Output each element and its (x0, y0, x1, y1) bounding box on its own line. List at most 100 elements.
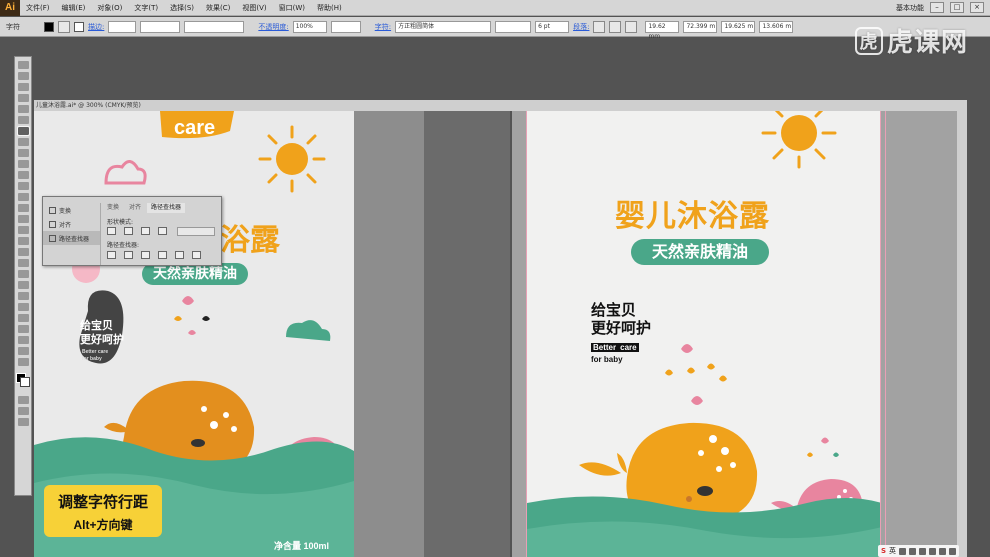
stroke-color-icon[interactable] (20, 377, 30, 387)
minus-back-button[interactable] (192, 251, 201, 259)
screen-mode-icon[interactable] (17, 418, 29, 426)
keyboard-icon[interactable] (929, 547, 937, 555)
y-field[interactable]: 72.399 m (683, 20, 718, 33)
menu-object[interactable]: 对象(O) (91, 3, 128, 13)
punctuation-icon[interactable] (899, 547, 907, 555)
rotate-tool-icon[interactable] (17, 193, 29, 201)
divide-button[interactable] (107, 251, 116, 259)
slice-tool-icon[interactable] (17, 336, 29, 344)
direct-selection-tool-icon[interactable] (17, 72, 29, 80)
menu-edit[interactable]: 编辑(E) (56, 3, 92, 13)
menu-help[interactable]: 帮助(H) (311, 3, 348, 13)
style-field[interactable] (330, 20, 361, 33)
intersect-button[interactable] (141, 227, 150, 235)
character-label[interactable]: 字符: (375, 22, 391, 32)
width-field[interactable]: 19.625 m (721, 20, 756, 33)
menu-type[interactable]: 文字(T) (128, 3, 164, 13)
eraser-tool-icon[interactable] (17, 182, 29, 190)
toolbox-icon[interactable] (949, 547, 957, 555)
panel-item-align[interactable]: 对齐 (43, 217, 100, 231)
panel-item-transform[interactable]: 变换 (43, 203, 100, 217)
width-tool-icon[interactable] (17, 215, 29, 223)
stroke-label[interactable]: 描边: (88, 22, 104, 32)
merge-button[interactable] (141, 251, 150, 259)
stroke-style-field[interactable] (140, 20, 181, 33)
fill-swatch[interactable] (44, 21, 54, 32)
exclude-button[interactable] (158, 227, 167, 235)
skin-icon[interactable] (939, 547, 947, 555)
shape-builder-tool-icon[interactable] (17, 237, 29, 245)
gradient-tool-icon[interactable] (17, 270, 29, 278)
ime-language[interactable]: 英 (889, 546, 896, 556)
rectangle-tool-icon[interactable] (17, 149, 29, 157)
microphone-icon[interactable] (919, 547, 927, 555)
lasso-tool-icon[interactable] (17, 94, 29, 102)
workspace-switcher[interactable]: 基本功能 (896, 3, 924, 13)
font-size-field[interactable]: 6 pt (535, 20, 570, 33)
stroke-width-field[interactable] (108, 20, 137, 33)
right-document-canvas[interactable]: 婴儿沐浴露 天然亲肤精油 给宝贝 更好呵护 Better care for bab… (512, 111, 967, 557)
unite-button[interactable] (107, 227, 116, 235)
align-center-button[interactable] (609, 20, 622, 33)
minus-front-button[interactable] (124, 227, 133, 235)
mesh-tool-icon[interactable] (17, 259, 29, 267)
color-mode-icon[interactable] (17, 396, 29, 404)
eyedropper-tool-icon[interactable] (17, 281, 29, 289)
line-tool-icon[interactable] (17, 138, 29, 146)
menu-select[interactable]: 选择(S) (164, 3, 200, 13)
tab-align[interactable]: 对齐 (125, 203, 145, 213)
drop-icon (719, 375, 727, 382)
menu-effect[interactable]: 效果(C) (200, 3, 236, 13)
ime-toolbar[interactable]: S 英 (878, 545, 960, 557)
paragraph-label[interactable]: 段落: (573, 22, 589, 32)
curvature-tool-icon[interactable] (17, 116, 29, 124)
align-left-button[interactable] (593, 20, 606, 33)
product-subtitle-pill: 天然亲肤精油 (631, 239, 769, 265)
stroke-swatch[interactable] (74, 21, 84, 32)
selection-tool-icon[interactable] (17, 61, 29, 69)
hand-tool-icon[interactable] (17, 347, 29, 355)
font-family-field[interactable]: 方正粗圆简体 (395, 20, 492, 33)
crop-button[interactable] (158, 251, 167, 259)
paintbrush-tool-icon[interactable] (17, 160, 29, 168)
type-tool-icon[interactable] (16, 126, 30, 136)
zoom-tool-icon[interactable] (17, 358, 29, 366)
document-tab[interactable]: 儿童沐浴露.ai* @ 300% (CMYK/预览) (34, 100, 544, 111)
column-graph-tool-icon[interactable] (17, 314, 29, 322)
outline-button[interactable] (175, 251, 184, 259)
minimize-icon[interactable]: – (930, 2, 944, 13)
menu-file[interactable]: 文件(F) (20, 3, 56, 13)
trim-button[interactable] (124, 251, 133, 259)
opacity-label[interactable]: 不透明度: (258, 22, 288, 32)
magic-wand-tool-icon[interactable] (17, 83, 29, 91)
artboard-tool-icon[interactable] (17, 325, 29, 333)
emoji-icon[interactable] (909, 547, 917, 555)
height-field[interactable]: 13.606 m (759, 20, 794, 33)
fill-stroke-control[interactable] (16, 373, 30, 387)
close-icon[interactable]: × (970, 2, 984, 13)
symbol-sprayer-tool-icon[interactable] (17, 303, 29, 311)
vertical-scrollbar[interactable] (957, 111, 967, 557)
right-document-tab[interactable] (512, 100, 967, 111)
panel-item-pathfinder[interactable]: 路径查找器 (43, 231, 100, 245)
blend-tool-icon[interactable] (17, 292, 29, 300)
expand-button[interactable] (177, 227, 215, 236)
brush-field[interactable] (184, 20, 245, 33)
floating-panel[interactable]: 变换 对齐 路径查找器 变换 对齐 路径查找器 形状模式: 路径查找器: (42, 196, 222, 266)
maximize-icon[interactable]: □ (950, 2, 964, 13)
opacity-field[interactable]: 100% (292, 20, 327, 33)
align-right-button[interactable] (625, 20, 638, 33)
tab-transform[interactable]: 变换 (103, 203, 123, 213)
font-style-field[interactable] (495, 20, 532, 33)
menu-window[interactable]: 窗口(W) (273, 3, 311, 13)
x-field[interactable]: 19.62 mm (645, 20, 680, 40)
pencil-tool-icon[interactable] (17, 171, 29, 179)
perspective-tool-icon[interactable] (17, 248, 29, 256)
draw-mode-icon[interactable] (17, 407, 29, 415)
menu-view[interactable]: 视图(V) (236, 3, 272, 13)
fill-dropdown[interactable] (58, 20, 70, 33)
free-transform-tool-icon[interactable] (17, 226, 29, 234)
pen-tool-icon[interactable] (17, 105, 29, 113)
scale-tool-icon[interactable] (17, 204, 29, 212)
tab-pathfinder[interactable]: 路径查找器 (147, 203, 186, 213)
